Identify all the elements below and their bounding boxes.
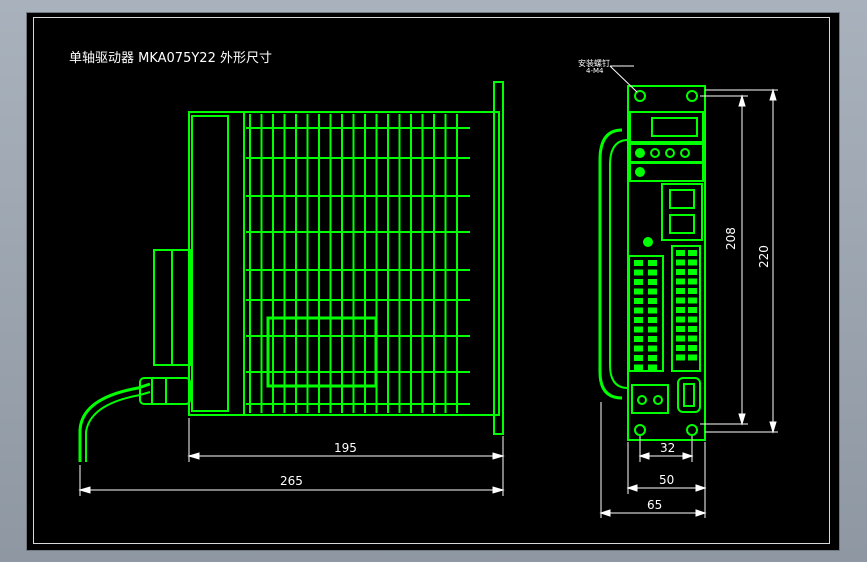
mount-hole-bl bbox=[634, 424, 646, 436]
terminal-pin bbox=[676, 250, 685, 256]
terminal-pin bbox=[648, 298, 657, 304]
front-button-2 bbox=[650, 148, 660, 158]
dim-front-hole-spacing: 32 bbox=[660, 441, 676, 455]
terminal-pin bbox=[634, 364, 643, 371]
mount-note-line2: 4-M4 bbox=[586, 67, 604, 75]
terminal-pin bbox=[634, 345, 643, 352]
terminal-pin bbox=[688, 297, 697, 304]
terminal-pin bbox=[676, 259, 685, 266]
terminal-pin bbox=[676, 345, 685, 351]
front-button-3 bbox=[665, 148, 675, 158]
terminal-pin bbox=[634, 307, 643, 314]
front-terminal-pins bbox=[634, 250, 697, 371]
front-display bbox=[629, 111, 704, 143]
terminal-pin bbox=[688, 307, 697, 313]
terminal-pin bbox=[634, 336, 643, 342]
terminal-pin bbox=[688, 278, 697, 285]
mount-hole-br bbox=[686, 424, 698, 436]
terminal-pin bbox=[688, 269, 697, 275]
terminal-pin bbox=[634, 288, 643, 295]
terminal-pin bbox=[648, 279, 657, 285]
mount-hole-tr bbox=[686, 90, 698, 102]
terminal-pin bbox=[648, 317, 657, 323]
mount-hole-tl bbox=[634, 90, 646, 102]
terminal-pin bbox=[648, 269, 657, 276]
terminal-pin bbox=[676, 269, 685, 275]
terminal-pin bbox=[648, 345, 657, 352]
terminal-pin bbox=[688, 250, 697, 256]
terminal-pin bbox=[634, 355, 643, 361]
terminal-pin bbox=[648, 307, 657, 314]
terminal-pin bbox=[688, 326, 697, 332]
terminal-pin bbox=[648, 364, 657, 371]
dim-side-width: 195 bbox=[334, 441, 357, 455]
drawing-svg bbox=[78, 65, 778, 518]
dim-front-total-width: 65 bbox=[647, 498, 663, 512]
terminal-pin bbox=[688, 288, 697, 294]
dim-side-total-width: 265 bbox=[280, 474, 303, 488]
drawing-title: 单轴驱动器 MKA075Y22 外形尺寸 bbox=[69, 51, 272, 66]
terminal-pin bbox=[634, 260, 643, 266]
terminal-pin bbox=[676, 316, 685, 323]
terminal-pin bbox=[688, 354, 697, 361]
terminal-pin bbox=[676, 307, 685, 313]
terminal-pin bbox=[634, 298, 643, 304]
terminal-pin bbox=[648, 260, 657, 266]
side-front-panel bbox=[191, 115, 229, 412]
terminal-pin bbox=[676, 335, 685, 342]
terminal-pin bbox=[676, 354, 685, 361]
dim-front-height-inner: 208 bbox=[724, 227, 738, 250]
terminal-pin bbox=[648, 355, 657, 361]
dim-front-body-width: 50 bbox=[659, 473, 675, 487]
terminal-pin bbox=[676, 288, 685, 294]
terminal-pin bbox=[688, 259, 697, 266]
side-heatsink-fins bbox=[246, 114, 470, 413]
terminal-pin bbox=[648, 326, 657, 333]
terminal-pin bbox=[634, 326, 643, 333]
terminal-pin bbox=[688, 335, 697, 342]
terminal-pin bbox=[648, 336, 657, 342]
terminal-pin bbox=[634, 279, 643, 285]
terminal-pin bbox=[676, 278, 685, 285]
terminal-pin bbox=[676, 297, 685, 304]
terminal-pin bbox=[648, 288, 657, 295]
front-button-4 bbox=[680, 148, 690, 158]
terminal-pin bbox=[688, 345, 697, 351]
dim-front-height-outer: 220 bbox=[757, 245, 771, 268]
front-comm-ports bbox=[661, 183, 703, 241]
terminal-pin bbox=[634, 317, 643, 323]
terminal-pin bbox=[634, 269, 643, 276]
front-button-1 bbox=[635, 148, 645, 158]
terminal-pin bbox=[676, 326, 685, 332]
terminal-pin bbox=[688, 316, 697, 323]
